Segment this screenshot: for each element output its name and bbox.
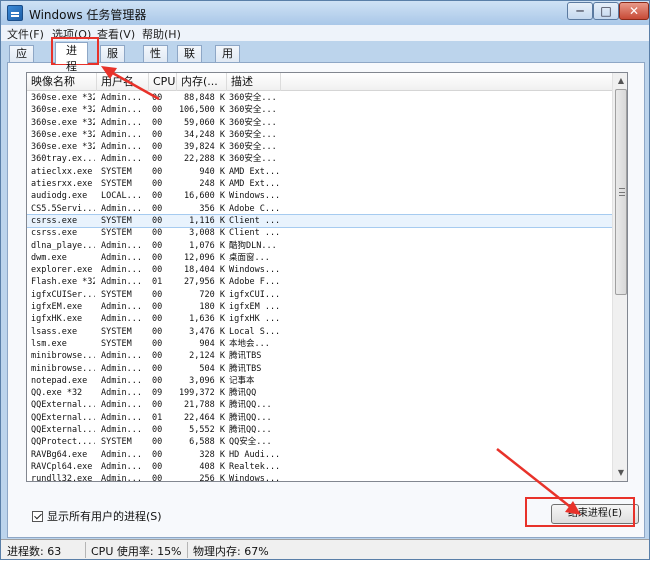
annotation-arrows: [101, 66, 581, 515]
tab-processes[interactable]: 进程: [55, 42, 88, 73]
arrow-head-icon: [101, 66, 117, 79]
arrow-to-end-process: [496, 448, 574, 510]
task-manager-window: Windows 任务管理器 ─ □ ✕ 文件(F) 选项(O) 查看(V) 帮助…: [0, 0, 650, 560]
arrow-to-processes-tab: [108, 69, 160, 101]
